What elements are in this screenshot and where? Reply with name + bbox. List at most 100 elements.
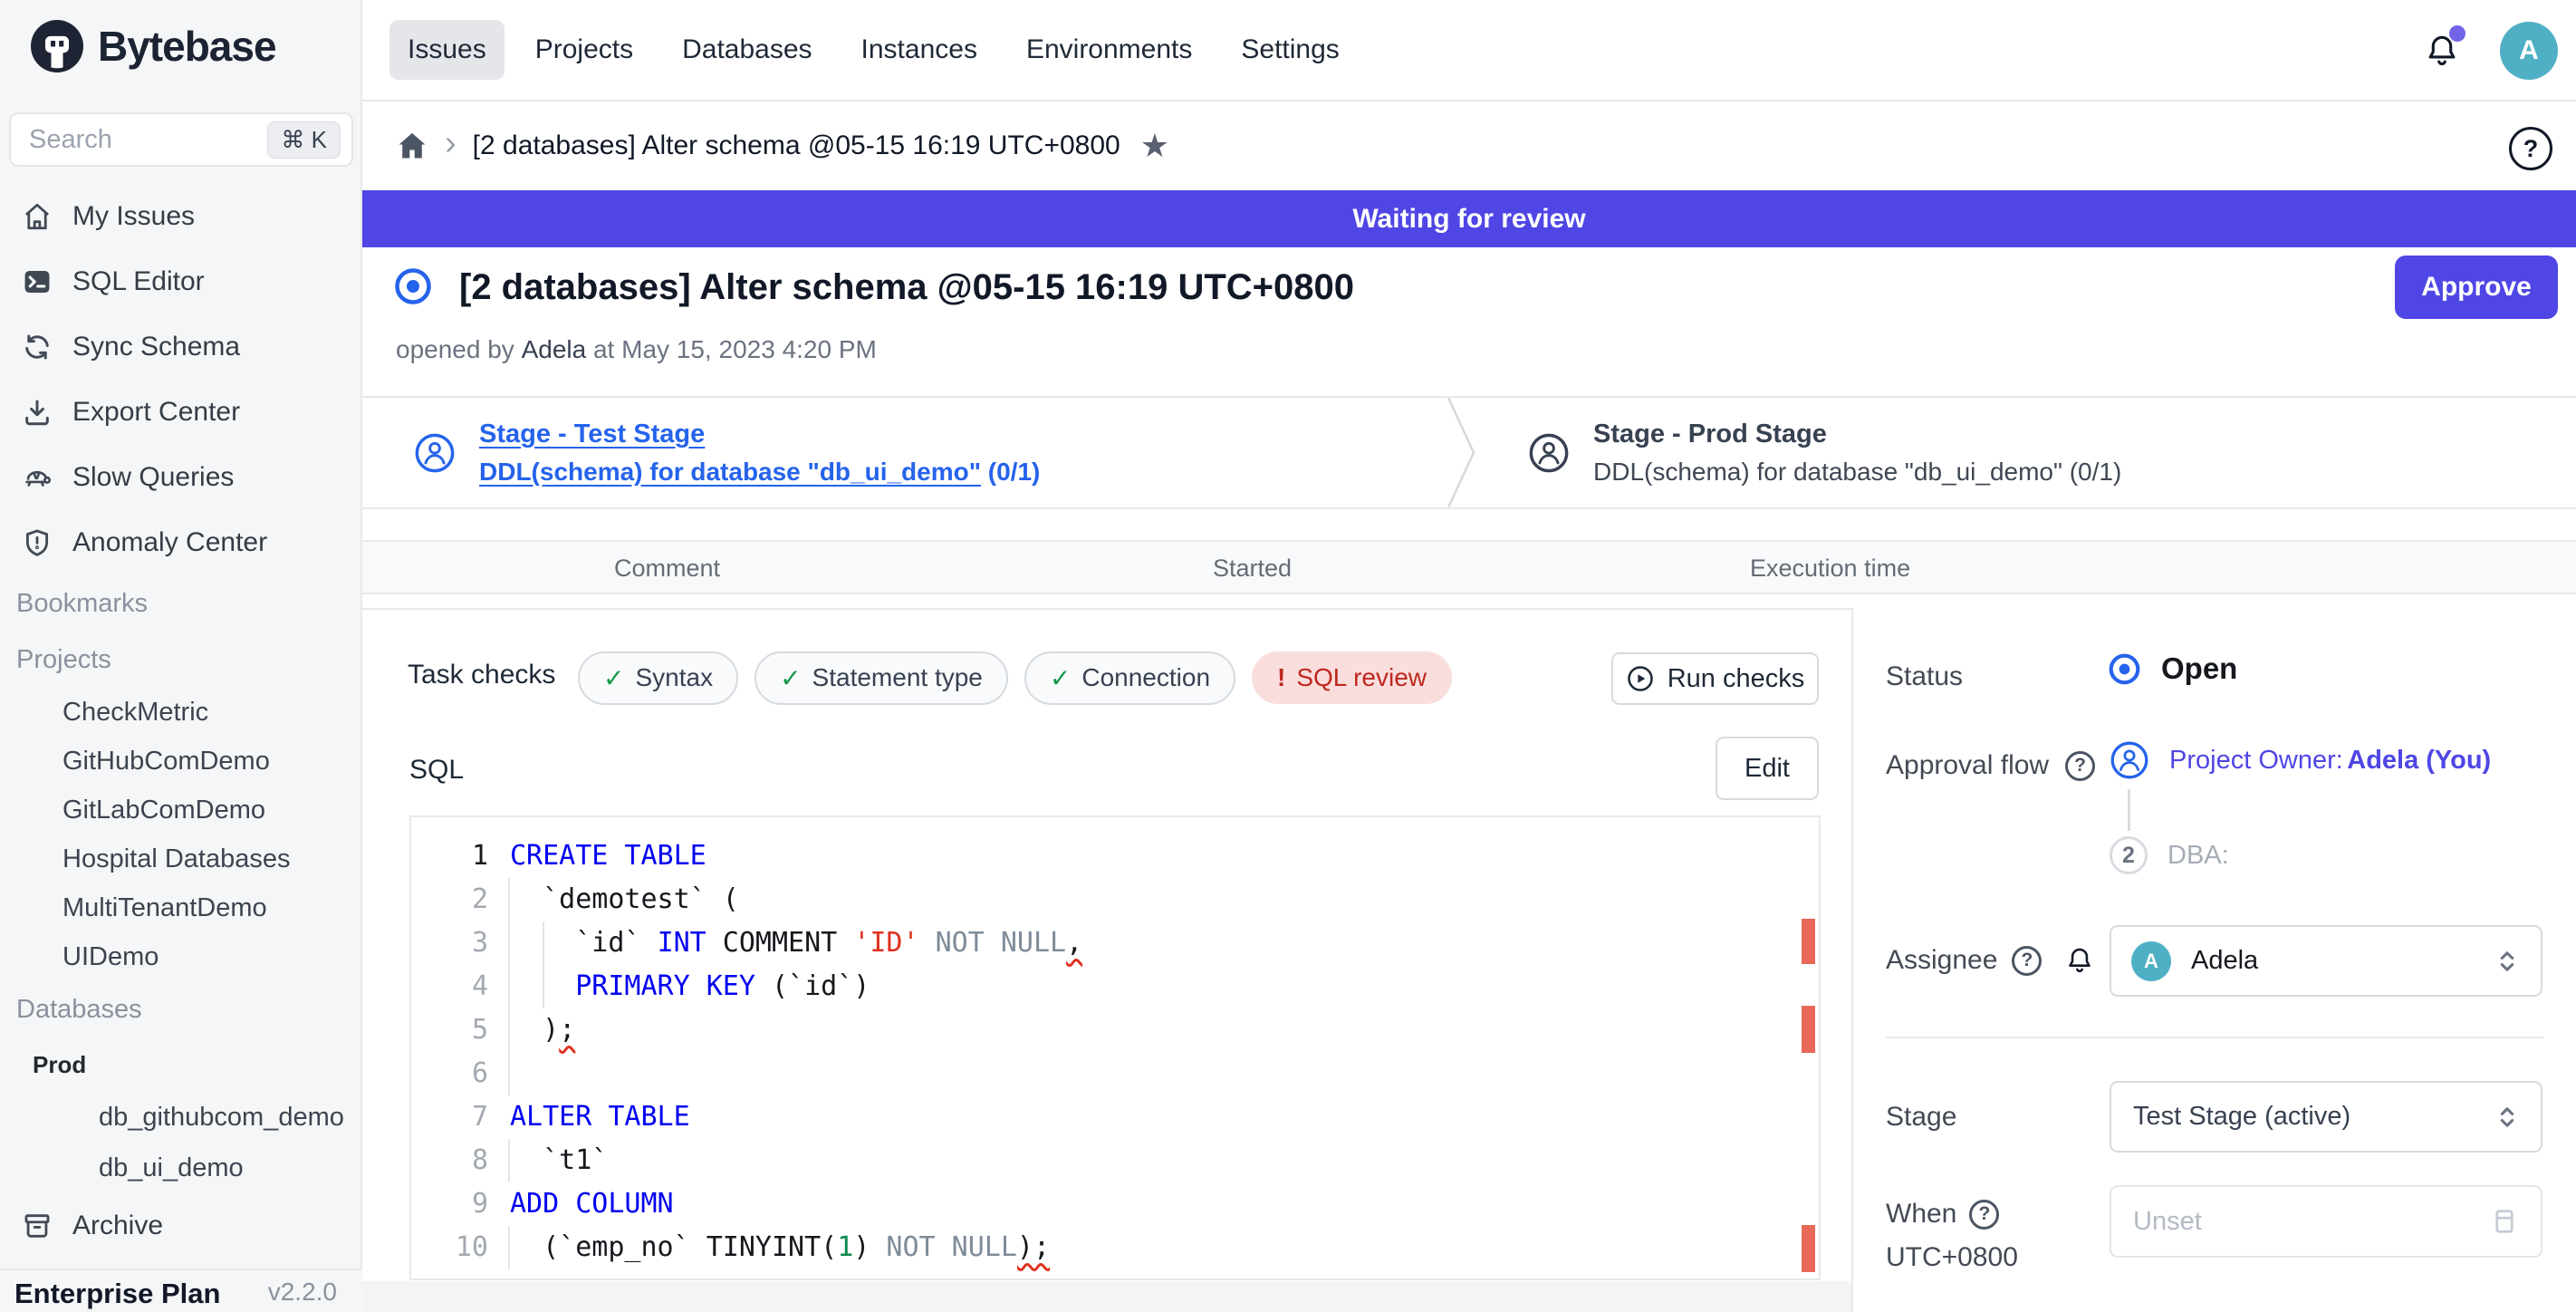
check-pill-label: Statement type (812, 663, 983, 692)
terminal-icon (22, 266, 53, 297)
stage-person-icon (1528, 432, 1570, 474)
download-icon (22, 397, 53, 428)
assignee-avatar: A (2131, 941, 2171, 981)
code-token: `t1` (510, 1144, 608, 1176)
nav-item-projects[interactable]: Projects (517, 20, 651, 80)
code-token: INT (658, 927, 706, 959)
sidebar-project-checkmetric[interactable]: CheckMetric (0, 688, 362, 737)
sidebar-item-anomaly-center[interactable]: Anomaly Center (0, 510, 362, 575)
nav-item-environments[interactable]: Environments (1008, 20, 1210, 80)
code-content: ); (488, 1008, 1819, 1052)
approve-button[interactable]: Approve (2395, 256, 2558, 319)
indent-guide (508, 965, 510, 1008)
check-pill-connection: ✓Connection (1024, 651, 1235, 705)
status-open-text: Open (2161, 651, 2237, 686)
task-checks-label: Task checks (408, 660, 555, 690)
line-number: 2 (411, 878, 488, 921)
sidebar-project-gitlabcomdemo[interactable]: GitLabComDemo (0, 786, 362, 834)
code-content: (`emp_no` TINYINT(1) NOT NULL); (488, 1226, 1819, 1269)
sidebar-item-my-issues[interactable]: My Issues (0, 184, 362, 249)
breadcrumb: › [2 databases] Alter schema @05-15 16:1… (362, 101, 2576, 190)
stage-task-label: DDL(schema) for database "db_ui_demo" (0… (1593, 458, 2121, 487)
user-avatar[interactable]: A (2500, 22, 2558, 80)
stage-person-icon (414, 432, 456, 474)
indent-guide (508, 1008, 510, 1052)
sidebar-project-githubcomdemo[interactable]: GitHubComDemo (0, 737, 362, 786)
nav-item-issues[interactable]: Issues (389, 20, 505, 80)
code-token: CREATE TABLE (510, 840, 706, 872)
nav-item-settings[interactable]: Settings (1223, 20, 1357, 80)
help-icon[interactable]: ? (2509, 127, 2552, 170)
check-icon: ✓ (1050, 663, 1071, 693)
line-number: 1 (411, 834, 488, 878)
sidebar-item-export-center[interactable]: Export Center (0, 380, 362, 445)
sidebar-item-slow-queries[interactable]: Slow Queries (0, 445, 362, 510)
home-icon[interactable] (396, 130, 428, 162)
when-row: When ? UTC+0800 (1886, 1199, 2018, 1273)
question-icon[interactable]: ? (2012, 946, 2042, 976)
bookmark-star-icon[interactable]: ★ (1140, 130, 1169, 162)
sidebar-header-bookmarks: Bookmarks (0, 575, 362, 632)
check-icon: ✓ (780, 663, 801, 693)
top-bar-right: A (2422, 0, 2576, 101)
assignee-bell-icon[interactable] (2063, 944, 2096, 977)
error-mark (1802, 919, 1815, 964)
check-icon: ✓ (603, 663, 624, 693)
nav-item-instances[interactable]: Instances (843, 20, 995, 80)
question-icon[interactable]: ? (2065, 751, 2095, 781)
issue-meta: opened by Adela at May 15, 2023 4:20 PM (396, 335, 877, 364)
sidebar-header-databases: Databases (0, 981, 362, 1037)
edit-button[interactable]: Edit (1716, 737, 1819, 800)
sidebar-item-archive[interactable]: Archive (0, 1193, 362, 1259)
breadcrumb-title[interactable]: [2 databases] Alter schema @05-15 16:19 … (473, 130, 1120, 161)
code-token: COMMENT (706, 927, 854, 959)
stage-card-test[interactable]: Stage - Test Stage DDL(schema) for datab… (414, 398, 1040, 507)
code-line: 3 `id` INT COMMENT 'ID' NOT NULL, (411, 921, 1819, 965)
when-placeholder: Unset (2133, 1207, 2488, 1237)
when-date-input[interactable]: Unset (2110, 1185, 2542, 1258)
assignee-select[interactable]: A Adela (2110, 925, 2542, 997)
nav-item-databases[interactable]: Databases (664, 20, 830, 80)
sidebar-item-sql-editor[interactable]: SQL Editor (0, 249, 362, 314)
bytebase-logo-icon (31, 20, 83, 72)
sidebar-database-db-githubcom-demo[interactable]: db_githubcom_demo (0, 1092, 362, 1143)
sidebar-item-sync-schema[interactable]: Sync Schema (0, 314, 362, 380)
stage-task-link[interactable]: DDL(schema) for database "db_ui_demo" (0… (479, 458, 1040, 487)
stage-task-label[interactable]: DDL(schema) for database "db_ui_demo" (479, 458, 981, 486)
check-pill-sql-review: !SQL review (1252, 651, 1452, 704)
indent-guide (508, 921, 510, 965)
code-token: NOT NULL (919, 927, 1067, 959)
column-comment: Comment (614, 555, 720, 583)
line-number: 4 (411, 965, 488, 1008)
approval-assignee-link[interactable]: Adela (You) (2347, 746, 2491, 775)
search-input[interactable]: Search ⌘ K (9, 112, 353, 167)
approval-flow-row: Approval flow ? (1886, 750, 2095, 781)
warning-icon: ! (1277, 663, 1285, 692)
sidebar-database-db-ui-demo[interactable]: db_ui_demo (0, 1143, 362, 1193)
status-label: Status (1886, 661, 1963, 692)
task-checks-row: Task checks ✓Syntax✓Statement type✓Conne… (362, 645, 1851, 710)
run-checks-button[interactable]: Run checks (1611, 652, 1819, 705)
approval-role: DBA: (2167, 841, 2229, 871)
sidebar-project-hospital-databases[interactable]: Hospital Databases (0, 834, 362, 883)
sidebar-header-projects: Projects (0, 632, 362, 688)
assignee-row: Assignee ? (1886, 944, 2096, 977)
question-icon[interactable]: ? (1969, 1200, 1999, 1230)
line-number: 6 (411, 1052, 488, 1095)
sidebar-item-my-issues-label: My Issues (72, 201, 195, 232)
sidebar-project-uidemo[interactable]: UIDemo (0, 932, 362, 981)
sql-code-editor[interactable]: 1 CREATE TABLE 2 `demotest` (3 `id` INT CO… (409, 815, 1821, 1280)
stage-separator-chevron (1446, 398, 1476, 507)
stage-title-link[interactable]: Stage - Test Stage (479, 420, 1040, 449)
code-line: 2 `demotest` ( (411, 878, 1819, 921)
code-token: NOT NULL (886, 1231, 1017, 1263)
sidebar-project-multitenantdemo[interactable]: MultiTenantDemo (0, 883, 362, 932)
code-line: 8 `t1` (411, 1139, 1819, 1182)
stage-card-prod[interactable]: Stage - Prod Stage DDL(schema) for datab… (1528, 398, 2121, 507)
bytebase-logo[interactable]: Bytebase (31, 20, 276, 72)
stage-label: Stage (1886, 1102, 1956, 1133)
column-execution-time: Execution time (1750, 555, 1910, 583)
stage-select[interactable]: Test Stage (active) (2110, 1081, 2542, 1153)
notifications-bell-icon[interactable] (2422, 31, 2462, 71)
code-content (488, 1052, 1819, 1095)
